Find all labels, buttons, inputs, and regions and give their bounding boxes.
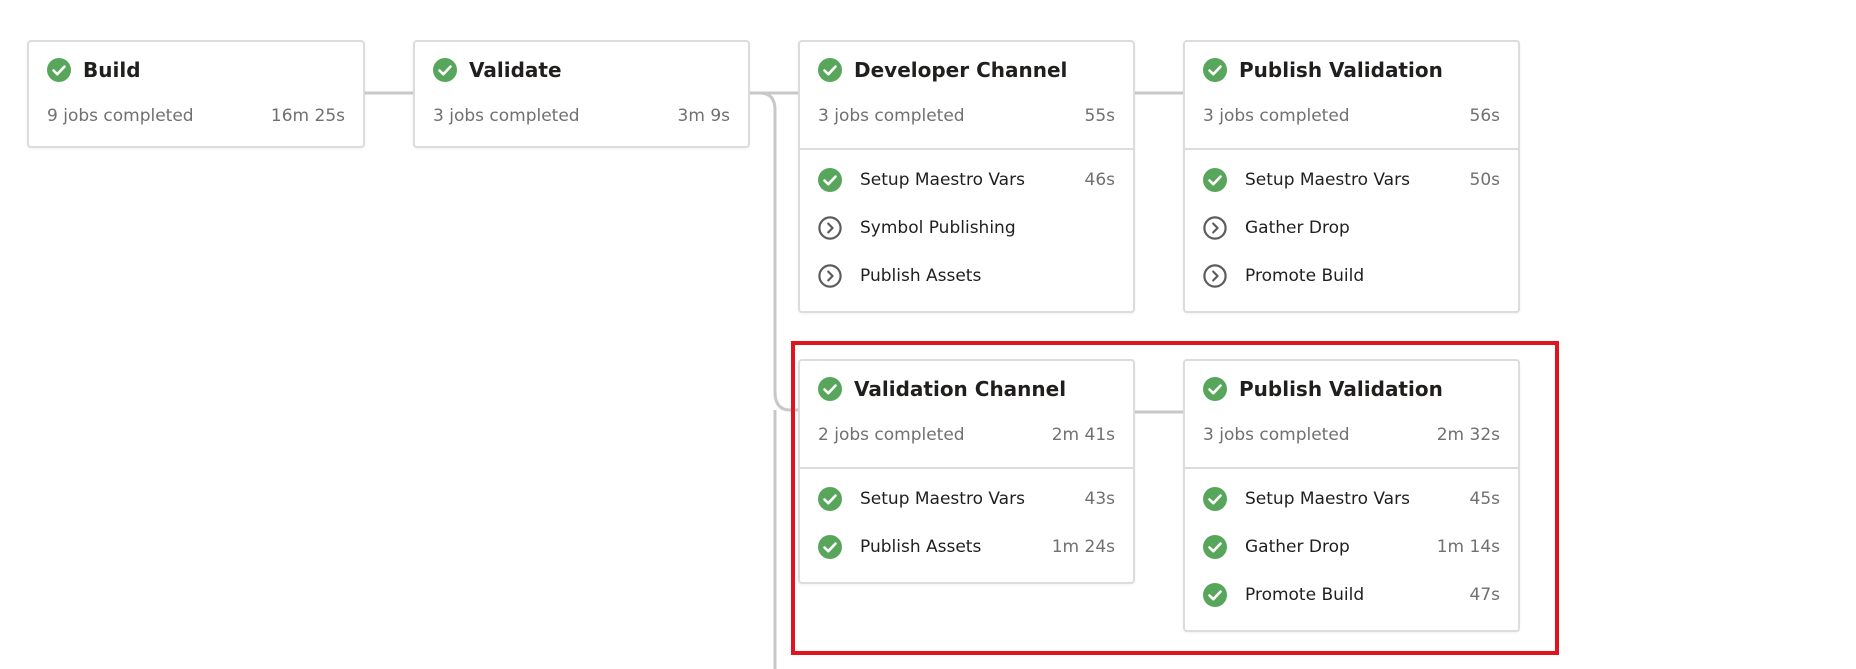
job-row-gather-drop[interactable]: Gather Drop bbox=[1185, 216, 1518, 264]
stage-jobs-summary: 3 jobs completed bbox=[818, 106, 965, 126]
pending-chevron-icon bbox=[1203, 216, 1227, 240]
job-row-setup-maestro-vars[interactable]: Setup Maestro Vars 50s bbox=[1185, 168, 1518, 216]
job-name: Promote Build bbox=[1245, 266, 1365, 286]
stage-title: Publish Validation bbox=[1239, 58, 1443, 82]
stage-duration: 3m 9s bbox=[677, 106, 730, 126]
stage-duration: 55s bbox=[1084, 106, 1116, 126]
job-row-publish-assets[interactable]: Publish Assets bbox=[800, 264, 1133, 312]
job-name: Publish Assets bbox=[860, 266, 982, 286]
stage-title: Build bbox=[83, 58, 141, 82]
highlight-box bbox=[791, 341, 1559, 655]
stage-header[interactable]: Build 9 jobs completed 16m 25s bbox=[29, 42, 363, 148]
success-check-icon bbox=[433, 58, 457, 82]
stage-header[interactable]: Validate 3 jobs completed 3m 9s bbox=[415, 42, 748, 148]
stage-card-validate[interactable]: Validate 3 jobs completed 3m 9s bbox=[413, 40, 750, 148]
stage-jobs-summary: 3 jobs completed bbox=[433, 106, 580, 126]
success-check-icon bbox=[1203, 168, 1227, 192]
job-name: Setup Maestro Vars bbox=[860, 170, 1025, 190]
stage-job-list: Setup Maestro Vars 46s Symbol Publishing… bbox=[800, 148, 1133, 318]
job-row-setup-maestro-vars[interactable]: Setup Maestro Vars 46s bbox=[800, 168, 1133, 216]
job-name: Symbol Publishing bbox=[860, 218, 1016, 238]
success-check-icon bbox=[818, 168, 842, 192]
stage-card-publish-validation[interactable]: Publish Validation 3 jobs completed 56s … bbox=[1183, 40, 1520, 313]
job-duration: 46s bbox=[1084, 170, 1116, 190]
stage-title: Developer Channel bbox=[854, 58, 1068, 82]
job-row-promote-build[interactable]: Promote Build bbox=[1185, 264, 1518, 312]
stage-duration: 56s bbox=[1469, 106, 1501, 126]
stage-jobs-summary: 9 jobs completed bbox=[47, 106, 194, 126]
stage-header[interactable]: Publish Validation 3 jobs completed 56s bbox=[1185, 42, 1518, 148]
success-check-icon bbox=[818, 58, 842, 82]
job-name: Setup Maestro Vars bbox=[1245, 170, 1410, 190]
success-check-icon bbox=[1203, 58, 1227, 82]
pending-chevron-icon bbox=[818, 264, 842, 288]
success-check-icon bbox=[47, 58, 71, 82]
job-row-symbol-publishing[interactable]: Symbol Publishing bbox=[800, 216, 1133, 264]
stage-header[interactable]: Developer Channel 3 jobs completed 55s bbox=[800, 42, 1133, 148]
pending-chevron-icon bbox=[1203, 264, 1227, 288]
stage-jobs-summary: 3 jobs completed bbox=[1203, 106, 1350, 126]
stage-card-developer-channel[interactable]: Developer Channel 3 jobs completed 55s S… bbox=[798, 40, 1135, 313]
stage-job-list: Setup Maestro Vars 50s Gather Drop Promo… bbox=[1185, 148, 1518, 318]
job-duration: 50s bbox=[1469, 170, 1501, 190]
stage-card-build[interactable]: Build 9 jobs completed 16m 25s bbox=[27, 40, 365, 148]
job-name: Gather Drop bbox=[1245, 218, 1350, 238]
pending-chevron-icon bbox=[818, 216, 842, 240]
stage-title: Validate bbox=[469, 58, 562, 82]
stage-duration: 16m 25s bbox=[270, 106, 345, 126]
